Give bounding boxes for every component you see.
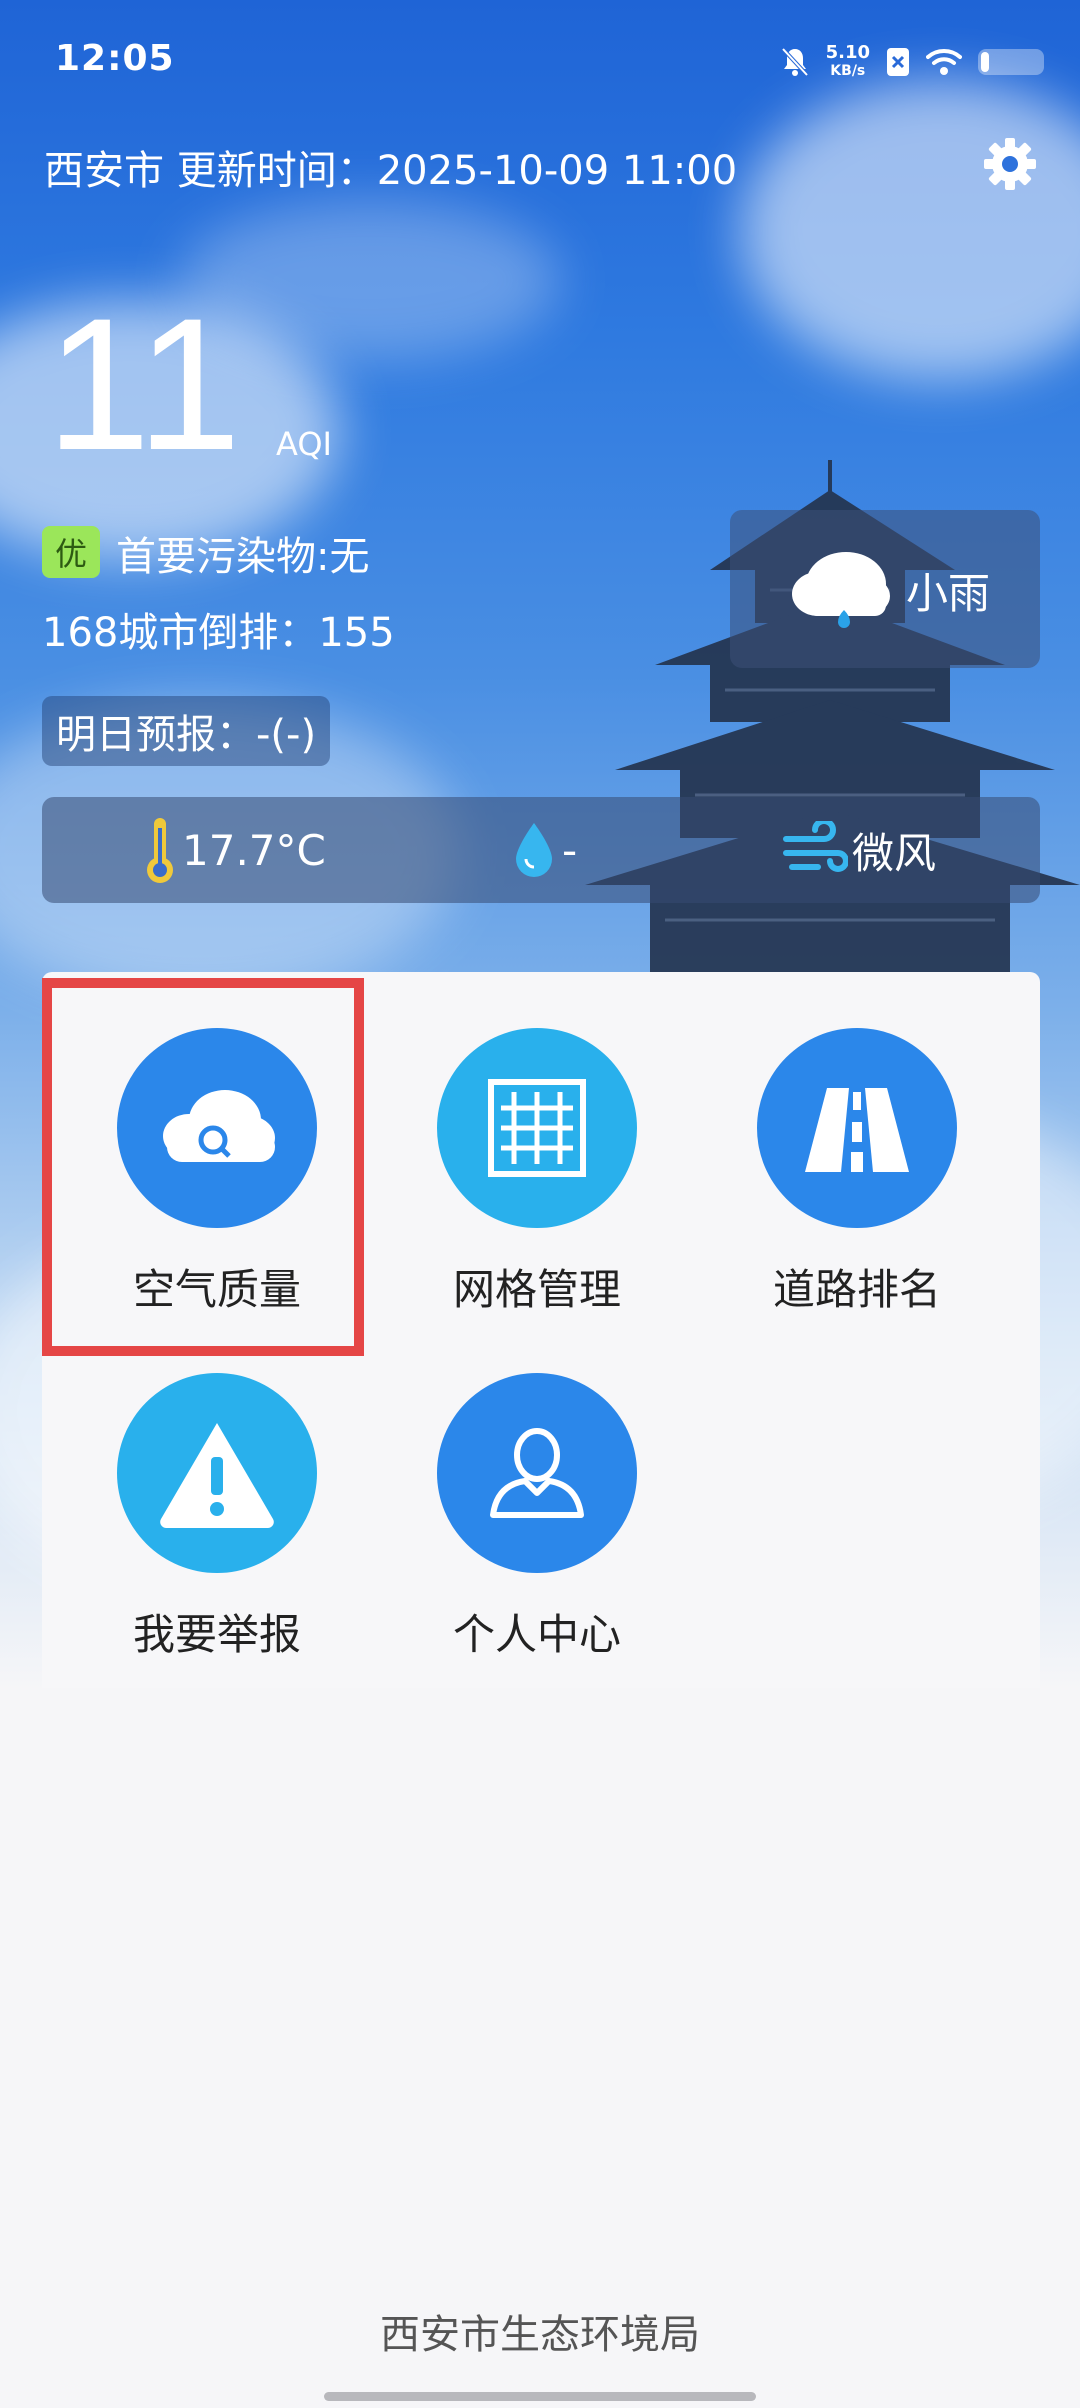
- menu-label-report: 我要举报: [132, 1610, 301, 1659]
- tomorrow-forecast[interactable]: 明日预报：-(-): [42, 696, 331, 766]
- status-time: 12:05: [55, 38, 175, 79]
- weather-card: 小雨: [730, 510, 1040, 668]
- net-speed-value: 5.10: [825, 42, 870, 63]
- sim-x-icon: [887, 48, 909, 76]
- weather-metrics: 17.7°C - 微风: [42, 797, 1040, 903]
- aqi-value: 11: [46, 279, 242, 489]
- net-speed: 5.10 KB/s: [826, 44, 870, 80]
- wind-metric: 微风: [782, 797, 936, 903]
- status-icons: 5.10 KB/s: [780, 40, 1044, 84]
- warning-icon: [117, 1373, 317, 1573]
- temperature-metric: 17.7°C: [142, 797, 326, 903]
- temperature-value: 17.7°C: [182, 825, 326, 875]
- net-speed-unit: KB/s: [830, 63, 866, 79]
- cloud-rain-icon: [792, 552, 890, 628]
- status-bar: 12:05 5.10 KB/s: [0, 0, 1080, 120]
- home-indicator[interactable]: [324, 2392, 756, 2401]
- quality-badge: 优: [42, 526, 100, 578]
- thermometer-icon: [147, 818, 173, 883]
- weather-condition: 小雨: [906, 569, 991, 618]
- wind-value: 微风: [852, 828, 937, 878]
- menu-grid-management[interactable]: 网格管理: [362, 972, 662, 1314]
- forecast-text: 明日预报：-(-): [56, 712, 317, 758]
- menu-personal-center[interactable]: 个人中心: [362, 1317, 662, 1659]
- menu-label-grid-management: 网格管理: [452, 1265, 621, 1314]
- gear-icon[interactable]: [982, 136, 1038, 192]
- person-icon: [437, 1373, 637, 1573]
- humidity-metric: -: [512, 797, 577, 903]
- aqi-unit: AQI: [276, 425, 332, 463]
- footer-org: 西安市生态环境局: [380, 2312, 700, 2358]
- primary-pollutant: 首要污染物:无: [116, 534, 370, 580]
- battery-icon: [978, 49, 1044, 75]
- city-update-time: 西安市 更新时间：2025-10-09 11:00: [44, 148, 738, 194]
- city-rank: 168城市倒排：155: [42, 610, 395, 656]
- grid-icon: [437, 1028, 637, 1228]
- highlight-box: [42, 978, 364, 1356]
- wifi-icon: [926, 49, 962, 75]
- road-icon: [757, 1028, 957, 1228]
- menu-label-personal-center: 个人中心: [452, 1610, 621, 1659]
- menu-road-ranking[interactable]: 道路排名: [682, 972, 982, 1314]
- menu-label-road-ranking: 道路排名: [772, 1265, 941, 1314]
- water-drop-icon: [516, 823, 552, 877]
- bell-muted-icon: [781, 47, 809, 77]
- menu-report[interactable]: 我要举报: [42, 1317, 342, 1659]
- wind-icon: [783, 821, 848, 872]
- humidity-value: -: [562, 825, 578, 875]
